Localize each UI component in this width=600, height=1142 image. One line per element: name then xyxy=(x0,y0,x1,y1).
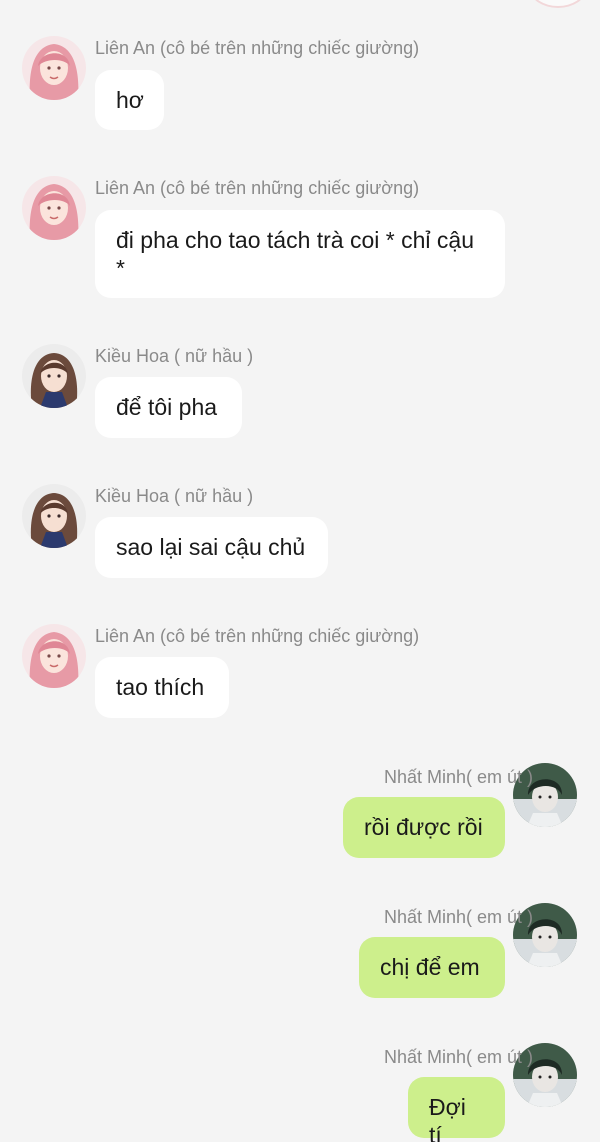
corner-avatar-edge xyxy=(530,0,586,8)
message-bubble[interactable]: để tôi pha xyxy=(95,377,242,438)
sender-name: Nhất Minh( em út ) xyxy=(383,767,533,787)
lien-an-avatar[interactable] xyxy=(22,176,86,240)
kieu-hoa-avatar[interactable] xyxy=(22,344,86,408)
sender-name: Liên An (cô bé trên những chiếc giường) xyxy=(95,626,420,646)
message-bubble[interactable]: tao thích xyxy=(95,657,229,718)
message-bubble[interactable]: chị để em xyxy=(359,937,505,998)
sender-name: Nhất Minh( em út ) xyxy=(383,1047,533,1067)
sender-name: Kiều Hoa ( nữ hầu ) xyxy=(95,346,254,366)
sender-name: Liên An (cô bé trên những chiếc giường) xyxy=(95,178,420,198)
message-bubble[interactable]: đi pha cho tao tách trà coi * chỉ cậu * xyxy=(95,210,505,298)
sender-name: Kiều Hoa ( nữ hầu ) xyxy=(95,486,254,506)
message-bubble[interactable]: Đợi tí xyxy=(408,1077,505,1142)
message-bubble[interactable]: rồi được rồi xyxy=(343,797,505,858)
lien-an-avatar[interactable] xyxy=(22,624,86,688)
message-bubble[interactable]: hơ xyxy=(95,70,164,130)
kieu-hoa-avatar[interactable] xyxy=(22,484,86,548)
message-bubble[interactable]: sao lại sai cậu chủ xyxy=(95,517,328,578)
sender-name: Nhất Minh( em út ) xyxy=(383,907,533,927)
sender-name: Liên An (cô bé trên những chiếc giường) xyxy=(95,38,420,58)
lien-an-avatar[interactable] xyxy=(22,36,86,100)
chat-thread[interactable]: Liên An (cô bé trên những chiếc giường) … xyxy=(0,0,600,1142)
